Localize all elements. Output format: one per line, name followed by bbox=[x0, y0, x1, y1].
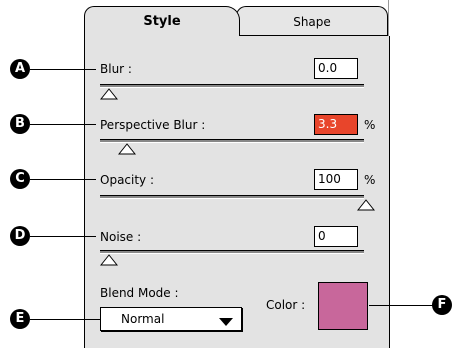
perspective-blur-unit: % bbox=[364, 118, 376, 132]
callout-line-c bbox=[30, 179, 96, 180]
blend-mode-select[interactable]: Normal bbox=[100, 307, 242, 331]
callout-line-d bbox=[30, 236, 96, 237]
callout-line-f bbox=[369, 305, 433, 306]
perspective-blur-slider-track[interactable] bbox=[100, 139, 364, 143]
callout-e: E bbox=[10, 309, 30, 329]
blend-mode-value: Normal bbox=[121, 312, 165, 326]
perspective-blur-label: Perspective Blur : bbox=[100, 118, 206, 132]
color-label: Color : bbox=[266, 298, 306, 312]
opacity-field[interactable]: 100 bbox=[314, 169, 358, 190]
callout-line-b bbox=[30, 124, 96, 125]
color-swatch[interactable] bbox=[318, 282, 368, 330]
tab-style[interactable]: Style bbox=[84, 6, 240, 36]
callout-f: F bbox=[432, 295, 452, 315]
callout-line-e bbox=[30, 319, 100, 320]
noise-field[interactable]: 0 bbox=[314, 226, 358, 247]
noise-slider-track[interactable] bbox=[100, 250, 364, 254]
opacity-label: Opacity : bbox=[100, 173, 155, 187]
dropdown-arrow-icon bbox=[219, 315, 233, 329]
callout-c: C bbox=[10, 169, 30, 189]
callout-d: D bbox=[10, 226, 30, 246]
perspective-blur-field[interactable]: 3.3 bbox=[314, 114, 358, 135]
noise-label: Noise : bbox=[100, 230, 142, 244]
callout-b: B bbox=[10, 114, 30, 134]
blend-mode-label: Blend Mode : bbox=[100, 286, 179, 300]
blur-field[interactable]: 0.0 bbox=[314, 58, 358, 79]
tab-divider bbox=[236, 35, 388, 36]
opacity-slider-track[interactable] bbox=[100, 195, 364, 199]
blur-label: Blur : bbox=[100, 62, 132, 76]
callout-line-a bbox=[30, 69, 96, 70]
callout-a: A bbox=[10, 59, 30, 79]
tab-shape[interactable]: Shape bbox=[236, 6, 388, 36]
opacity-unit: % bbox=[364, 173, 376, 187]
blur-slider-track[interactable] bbox=[100, 84, 364, 88]
